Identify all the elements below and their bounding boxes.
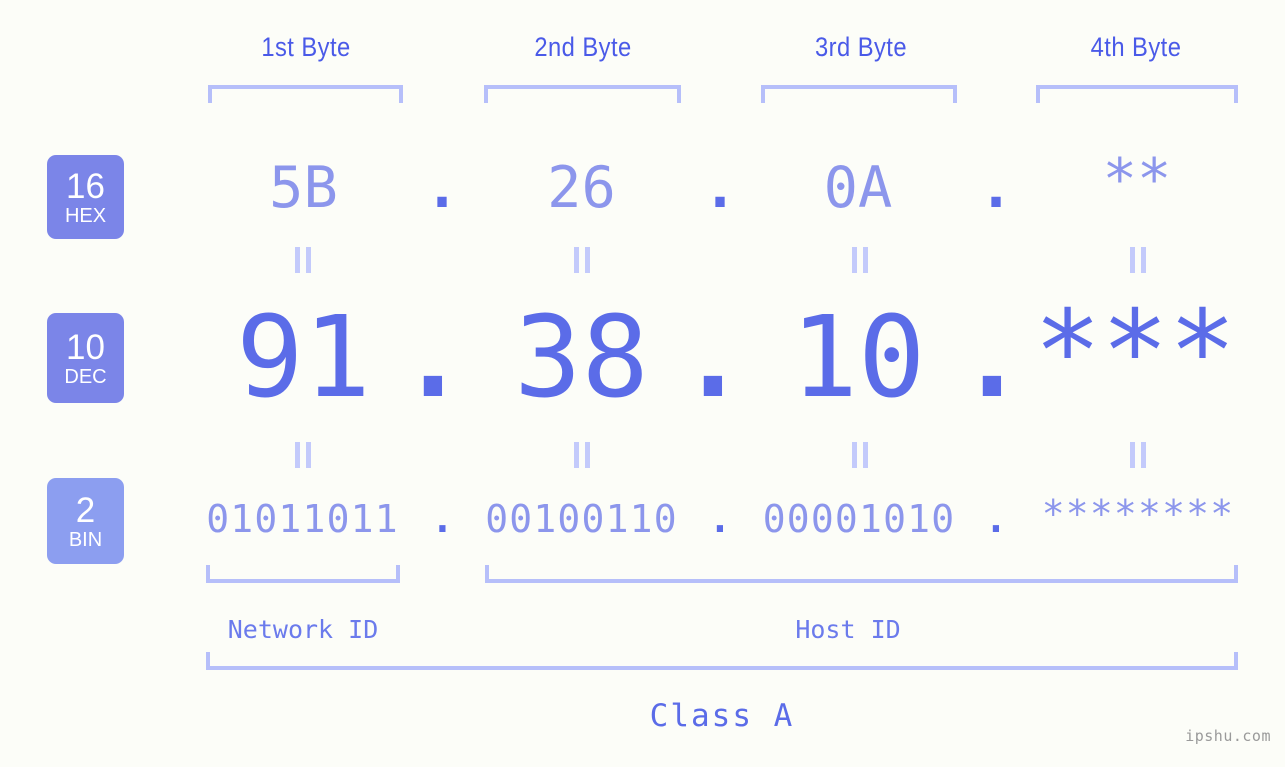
base-badge-hex-name: HEX bbox=[64, 204, 107, 227]
base-badge-bin: 2 BIN bbox=[47, 478, 124, 564]
equals-mark-dec-bin-2 bbox=[571, 442, 593, 468]
dec-separator-1: . bbox=[399, 293, 467, 423]
ip-address-breakdown-diagram: 1st Byte 2nd Byte 3rd Byte 4th Byte 16 H… bbox=[0, 0, 1285, 767]
byte-label-3: 3rd Byte bbox=[814, 32, 908, 62]
byte-bracket-3 bbox=[761, 85, 957, 103]
hex-value-byte-4: ** bbox=[1102, 147, 1172, 213]
byte-bracket-2 bbox=[484, 85, 681, 103]
base-badge-hex: 16 HEX bbox=[47, 155, 124, 239]
bin-separator-2: . bbox=[708, 497, 732, 541]
byte-label-2: 2nd Byte bbox=[534, 32, 632, 62]
dec-value-byte-1: 91 bbox=[236, 293, 371, 423]
hex-separator-3: . bbox=[978, 155, 1014, 221]
network-id-label: Network ID bbox=[227, 615, 379, 644]
bin-value-byte-1: 01011011 bbox=[206, 497, 399, 541]
host-id-bracket bbox=[485, 565, 1238, 583]
byte-bracket-1 bbox=[208, 85, 403, 103]
hex-value-byte-3: 0A bbox=[823, 155, 893, 221]
equals-mark-hex-dec-1 bbox=[292, 247, 314, 273]
equals-mark-dec-bin-3 bbox=[849, 442, 871, 468]
equals-mark-hex-dec-2 bbox=[571, 247, 593, 273]
base-badge-bin-name: BIN bbox=[68, 528, 103, 551]
equals-mark-dec-bin-1 bbox=[292, 442, 314, 468]
bin-value-byte-4: ******** bbox=[1041, 492, 1235, 536]
dec-separator-3: . bbox=[958, 293, 1026, 423]
class-label: Class A bbox=[649, 698, 795, 734]
site-watermark: ipshu.com bbox=[1185, 727, 1271, 745]
base-badge-hex-number: 16 bbox=[66, 166, 105, 206]
network-id-bracket bbox=[206, 565, 400, 583]
dec-separator-2: . bbox=[679, 293, 747, 423]
base-badge-dec-number: 10 bbox=[66, 327, 105, 367]
base-badge-bin-number: 2 bbox=[75, 490, 96, 530]
hex-value-byte-2: 26 bbox=[547, 155, 616, 221]
hex-value-byte-1: 5B bbox=[269, 155, 338, 221]
equals-mark-dec-bin-4 bbox=[1127, 442, 1149, 468]
dec-value-byte-2: 38 bbox=[514, 293, 649, 423]
bin-value-byte-3: 00001010 bbox=[762, 497, 956, 541]
dec-value-byte-3: 10 bbox=[790, 293, 926, 423]
hex-separator-2: . bbox=[702, 155, 738, 221]
hex-separator-1: . bbox=[424, 155, 460, 221]
bin-separator-1: . bbox=[431, 497, 454, 541]
bin-separator-3: . bbox=[984, 497, 1008, 541]
base-badge-dec: 10 DEC bbox=[47, 313, 124, 403]
base-badge-dec-name: DEC bbox=[64, 365, 107, 388]
byte-bracket-4 bbox=[1036, 85, 1238, 103]
byte-label-4: 4th Byte bbox=[1090, 32, 1182, 62]
byte-label-1: 1st Byte bbox=[261, 32, 351, 62]
dec-value-byte-4: *** bbox=[1033, 287, 1237, 417]
class-bracket bbox=[206, 652, 1238, 670]
equals-mark-hex-dec-3 bbox=[849, 247, 871, 273]
host-id-label: Host ID bbox=[795, 615, 901, 644]
equals-mark-hex-dec-4 bbox=[1127, 247, 1149, 273]
bin-value-byte-2: 00100110 bbox=[485, 497, 678, 541]
